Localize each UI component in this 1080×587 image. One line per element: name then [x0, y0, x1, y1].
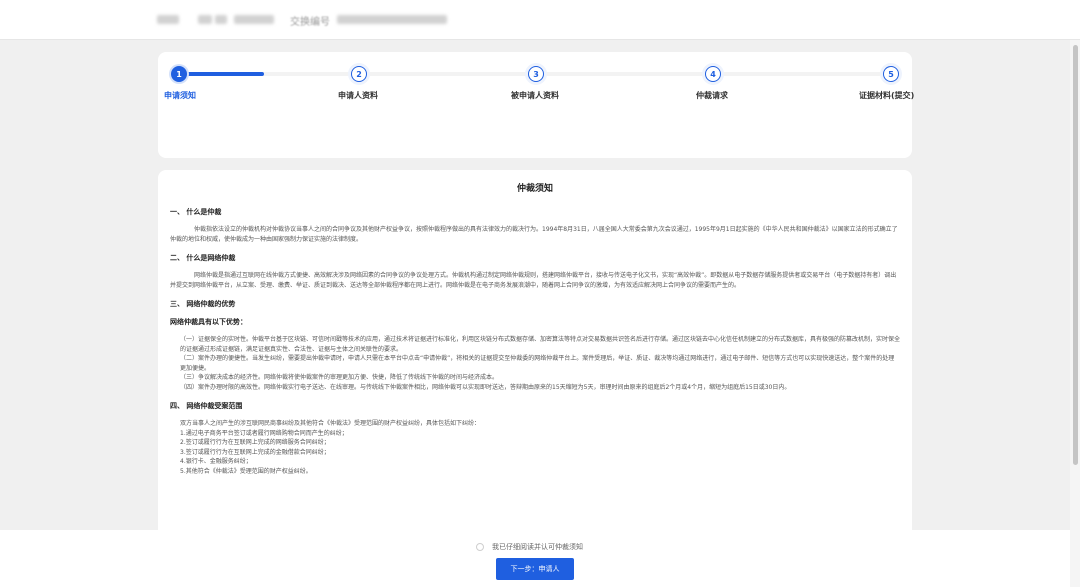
section-1-heading: 一、 什么是仲裁: [170, 208, 222, 216]
section-4-intro: 双方当事人之间产生的涉互联网民商事纠纷及其他符合《仲裁法》受理范围的财产权益纠纷…: [180, 420, 481, 427]
step-1-label: 申请须知: [164, 91, 196, 100]
step-5-label: 证据材料(提交): [859, 91, 915, 100]
section-2-heading: 二、 什么是网络仲裁: [170, 254, 236, 262]
section-3-subheading: 网络仲裁具有以下优势：: [170, 318, 247, 326]
header-redacted-text: [337, 15, 447, 24]
section-2-body: 网络仲裁是指通过互联网在线仲裁方式便捷、高效解决涉及网络因素的合同争议的争议处理…: [170, 272, 897, 289]
list-item: 1.通过电子商务平台签订或者履行网络购物合同而产生的纠纷；: [180, 429, 348, 437]
header-redacted-text: [234, 15, 274, 24]
agree-checkbox[interactable]: [476, 543, 484, 551]
step-3-label: 被申请人资料: [511, 91, 559, 100]
step-5-circle[interactable]: 5: [883, 66, 899, 82]
step-2-label: 申请人资料: [338, 91, 378, 100]
section-3-heading: 三、 网络仲裁的优势: [170, 300, 236, 308]
header-title: 交换编号: [290, 17, 330, 28]
list-item: （一）证据保全的实时性。仲裁平台基于区块链、可信时间戳等技术的应用，通过技术将证…: [180, 336, 901, 353]
step-4-circle[interactable]: 4: [705, 66, 721, 82]
list-item: （四）案件办理时限的高效性。网络仲裁实行电子送达、在线审理。与传统线下仲裁案件相…: [180, 383, 791, 391]
step-4-label: 仲裁请求: [696, 91, 728, 100]
step-progress-card: 1 2 3 4 5 申请须知 申请人资料 被申请人资料 仲裁请求 证据材料(提交…: [158, 52, 915, 158]
arbitration-notice: 仲裁须知 一、 什么是仲裁 仲裁指依法设立的仲裁机构对仲裁协议当事人之间的合同争…: [158, 170, 912, 530]
list-item: 3.签订或履行行为在互联网上完成的金融借款合同纠纷；: [180, 448, 330, 456]
section-1-body: 仲裁指依法设立的仲裁机构对仲裁协议当事人之间的合同争议及其他财产权益争议，按照仲…: [170, 226, 898, 243]
list-item: （三）争议解决成本的经济性。网络仲裁将使仲裁案件的审理更加方便、快捷，降低了传统…: [180, 374, 499, 381]
footer-bar: 我已仔细阅读并认可仲裁须知 下一步：申请人: [0, 530, 1080, 587]
section-4-heading: 四、 网络仲裁受案范围: [170, 402, 243, 410]
header-redacted-text: [157, 15, 179, 24]
list-item: 2.签订或履行行为在互联网上完成的网络服务合同纠纷；: [180, 439, 330, 446]
agree-row[interactable]: 我已仔细阅读并认可仲裁须知: [476, 542, 583, 552]
header-redacted-text: [215, 15, 227, 24]
step-2-circle[interactable]: 2: [351, 66, 367, 82]
list-item: 5.其他符合《仲裁法》受理范围的财产权益纠纷。: [180, 467, 312, 475]
next-step-button[interactable]: 下一步：申请人: [496, 558, 574, 580]
scrollbar-thumb[interactable]: [1073, 45, 1078, 465]
step-1-circle[interactable]: 1: [171, 66, 187, 82]
agree-label[interactable]: 我已仔细阅读并认可仲裁须知: [492, 542, 583, 552]
notice-title: 仲裁须知: [516, 184, 553, 194]
progress-fill: [179, 72, 264, 76]
step-3-circle[interactable]: 3: [528, 66, 544, 82]
top-header: 交换编号: [0, 0, 1080, 40]
header-redacted-text: [198, 15, 212, 24]
list-item: （二）案件办理的便捷性。当发生纠纷，需要提出仲裁申请时，申请人只需在本平台中点击…: [180, 355, 895, 372]
list-item: 4.银行卡、金融服务纠纷；: [180, 458, 252, 465]
